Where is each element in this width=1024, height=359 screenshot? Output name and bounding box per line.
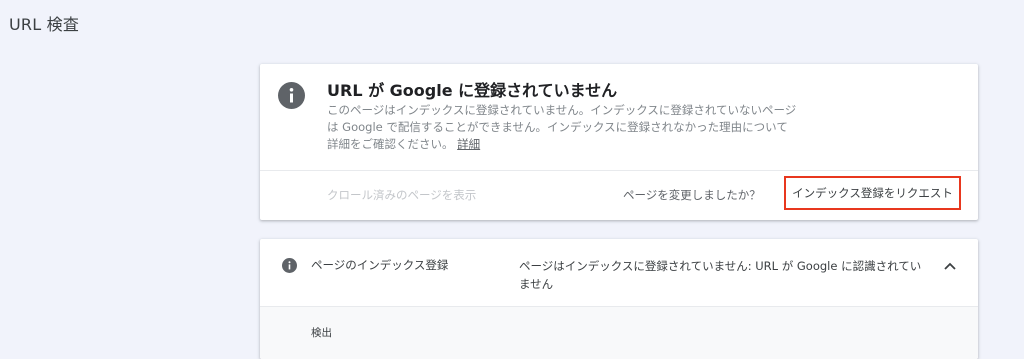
request-indexing-button[interactable]: インデックス登録をリクエスト xyxy=(784,176,961,210)
page-indexing-label: ページのインデックス登録 xyxy=(311,258,449,272)
index-status-card: URL が Google に登録されていません このページはインデックスに登録さ… xyxy=(260,64,978,220)
page-title: URL 検査 xyxy=(9,15,80,34)
status-title: URL が Google に登録されていません xyxy=(327,81,618,100)
page-indexing-details: 検出 xyxy=(260,306,978,359)
info-icon xyxy=(278,82,305,109)
view-crawled-page-button[interactable]: クロール済みのページを表示 xyxy=(327,187,476,203)
discovery-label: 検出 xyxy=(311,327,332,339)
chevron-up-icon[interactable] xyxy=(940,256,960,276)
info-icon xyxy=(282,258,297,273)
card-divider xyxy=(260,170,978,171)
details-link[interactable]: 詳細 xyxy=(457,137,480,151)
status-description-text: このページはインデックスに登録されていません。インデックスに登録されていないペー… xyxy=(327,103,797,151)
page-changed-question: ページを変更しましたか？ xyxy=(623,188,761,202)
page-indexing-card: ページのインデックス登録 ページはインデックスに登録されていません: URL が… xyxy=(260,239,978,359)
status-description: このページはインデックスに登録されていません。インデックスに登録されていないペー… xyxy=(327,102,797,153)
page-indexing-value: ページはインデックスに登録されていません: URL が Google に認識され… xyxy=(519,259,922,291)
